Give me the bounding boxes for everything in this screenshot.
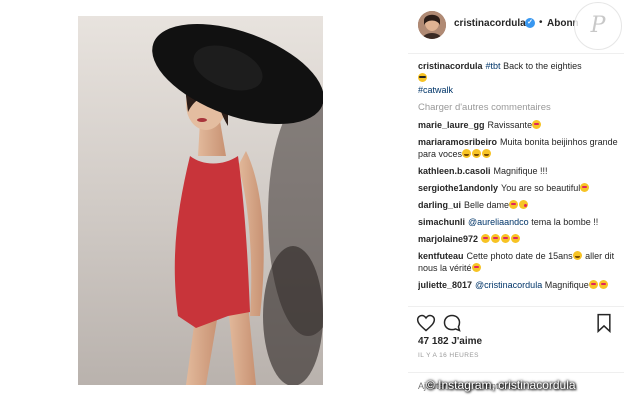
comment-text: Ravissante bbox=[487, 120, 533, 130]
likes-count[interactable]: 47 182 J'aime bbox=[418, 336, 482, 347]
separator-dot: • bbox=[539, 17, 543, 28]
comment-text: Magnifique !!! bbox=[493, 166, 548, 176]
heart-eyes-emoji-icon bbox=[491, 234, 501, 243]
runway-photo bbox=[78, 16, 323, 385]
load-more-comments-link[interactable]: Charger d'autres commentaires bbox=[418, 102, 618, 114]
heart-eyes-emoji-icon bbox=[509, 200, 519, 209]
comment-username[interactable]: simachunli bbox=[418, 217, 465, 227]
verified-badge-icon: ✓ bbox=[525, 18, 535, 28]
kiss-emoji-icon bbox=[519, 200, 529, 209]
comment-text: You are so beautiful bbox=[501, 183, 581, 193]
laugh-emoji-icon bbox=[572, 251, 582, 260]
comments-list[interactable]: cristinacordula #tbt Back to the eighties… bbox=[418, 60, 618, 306]
comment-username[interactable]: marjolaine972 bbox=[418, 234, 478, 244]
comment-item: marjolaine972 bbox=[418, 233, 618, 245]
post-side-panel: cristinacordula ✓ • Abonn cristinacordul… bbox=[408, 0, 624, 401]
laugh-emoji-icon bbox=[472, 149, 482, 158]
comment-item: mariaramosribeiro Muita bonita beijinhos … bbox=[418, 136, 618, 160]
heart-eyes-emoji-icon bbox=[588, 280, 598, 289]
comment-username[interactable]: kathleen.b.casoli bbox=[418, 166, 491, 176]
heart-eyes-emoji-icon bbox=[580, 183, 590, 192]
comment-item: marie_laure_gg Ravissante bbox=[418, 119, 618, 131]
comment-item: kentfuteau Cette photo date de 15ans alle… bbox=[418, 250, 618, 274]
post-photo[interactable] bbox=[78, 16, 323, 385]
heart-eyes-emoji-icon bbox=[481, 234, 491, 243]
post-author-username[interactable]: cristinacordula bbox=[454, 18, 526, 29]
comment-mention[interactable]: @aureliaandco bbox=[468, 217, 529, 227]
comment-item: simachunli @aureliaandco tema la bombe !! bbox=[418, 216, 618, 228]
purepeople-watermark-logo: P bbox=[574, 2, 622, 50]
comment-item: juliette_8017 @cristinacordula Magnifique bbox=[418, 279, 618, 291]
comment-item: kathleen.b.casoli Magnifique !!! bbox=[418, 165, 618, 177]
comment-username[interactable]: marie_laure_gg bbox=[418, 120, 485, 130]
caption-hashtag-tbt[interactable]: #tbt bbox=[486, 61, 501, 71]
comment-text: Belle dame bbox=[464, 200, 510, 210]
comment-username[interactable]: juliette_8017 bbox=[418, 280, 472, 290]
post-timestamp: IL Y A 16 HEURES bbox=[418, 352, 479, 359]
bookmark-icon[interactable] bbox=[594, 313, 614, 333]
comment-username[interactable]: kentfuteau bbox=[418, 251, 464, 261]
heart-eyes-emoji-icon bbox=[471, 263, 481, 272]
caption-text: Back to the eighties bbox=[503, 61, 582, 71]
sunglasses-emoji-icon bbox=[418, 73, 427, 82]
comment-username[interactable]: mariaramosribeiro bbox=[418, 137, 497, 147]
avatar-image bbox=[418, 11, 446, 39]
comment-bubble-icon[interactable] bbox=[442, 313, 462, 333]
heart-eyes-emoji-icon bbox=[598, 280, 608, 289]
photo-credit: © Instagram, cristinacordula bbox=[426, 378, 576, 392]
caption-username[interactable]: cristinacordula bbox=[418, 61, 483, 71]
laugh-emoji-icon bbox=[482, 149, 492, 158]
comment-item: darling_ui Belle dame bbox=[418, 199, 618, 211]
comment-text: Magnifique bbox=[544, 280, 589, 290]
heart-eyes-emoji-icon bbox=[532, 120, 542, 129]
heart-eyes-emoji-icon bbox=[511, 234, 521, 243]
comment-items: marie_laure_gg Ravissante mariaramosribeir… bbox=[418, 119, 618, 291]
post-caption: cristinacordula #tbt Back to the eighties… bbox=[418, 60, 618, 96]
comment-mention[interactable]: @cristinacordula bbox=[475, 280, 542, 290]
comment-username[interactable]: darling_ui bbox=[418, 200, 461, 210]
comment-text: tema la bombe !! bbox=[531, 217, 599, 227]
caption-hashtag-catwalk[interactable]: #catwalk bbox=[418, 85, 453, 95]
like-heart-icon[interactable] bbox=[416, 313, 436, 333]
action-bar bbox=[408, 306, 624, 336]
comment-item: sergiothe1andonly You are so beautiful bbox=[418, 182, 618, 194]
heart-eyes-emoji-icon bbox=[501, 234, 511, 243]
avatar[interactable] bbox=[418, 11, 446, 39]
comment-text: Cette photo date de 15ans bbox=[466, 251, 573, 261]
laugh-emoji-icon bbox=[462, 149, 472, 158]
comment-username[interactable]: sergiothe1andonly bbox=[418, 183, 498, 193]
